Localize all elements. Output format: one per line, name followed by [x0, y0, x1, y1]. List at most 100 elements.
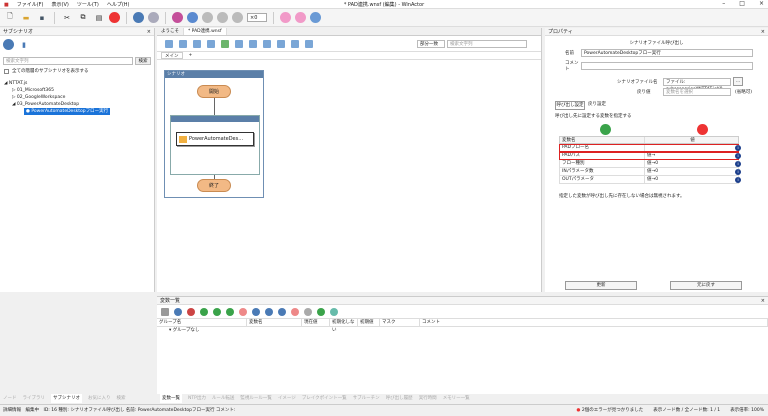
save-icon[interactable]: ▪: [36, 12, 48, 24]
close-variable-icon[interactable]: ×: [761, 297, 765, 305]
subscenario-search-input[interactable]: 検索文字列: [3, 57, 133, 65]
close-icon[interactable]: ×: [759, 0, 764, 7]
remove-variable-icon[interactable]: [697, 124, 708, 135]
tab-image[interactable]: イメージ: [278, 394, 296, 403]
tab-exec-time[interactable]: 実行時間: [419, 394, 437, 403]
cut-icon[interactable]: ✂: [61, 12, 73, 24]
down-icon[interactable]: [278, 307, 286, 316]
tab-node[interactable]: ノード: [3, 394, 17, 403]
zoom-out-icon[interactable]: [179, 39, 187, 48]
tab-memory[interactable]: メモリー一覧: [443, 394, 470, 403]
tab-history[interactable]: 呼び出し履歴: [386, 394, 413, 403]
move-icon[interactable]: [291, 39, 299, 48]
scenario-file-select[interactable]: ファイル: subscenarios¥NTTAT.js¥0: [663, 77, 731, 92]
start-node[interactable]: 開始: [197, 85, 231, 98]
open-folder-icon[interactable]: ▬: [20, 12, 32, 24]
tab-return-settings[interactable]: 戻り設定: [585, 101, 609, 110]
tab-call-settings[interactable]: 呼び出し設定: [555, 101, 585, 110]
new-file-icon[interactable]: 🗋: [4, 12, 16, 24]
table-row[interactable]: PADパス 値→: [559, 152, 739, 160]
name-field[interactable]: PowerAutomateDesktopフロー実行: [581, 49, 753, 57]
add-tab-icon[interactable]: +: [189, 52, 193, 59]
tab-library[interactable]: ライブラリ: [23, 394, 46, 403]
stop-icon[interactable]: [217, 12, 228, 23]
return-select[interactable]: 変数名を選択: [663, 88, 731, 96]
layout-icon[interactable]: [277, 39, 285, 48]
tab-breakpoints[interactable]: ブレイクポイント一覧: [302, 394, 347, 403]
info-icon[interactable]: i: [735, 161, 741, 167]
group-row[interactable]: ▾ グループなし: [157, 327, 768, 335]
close-property-icon[interactable]: ×: [761, 28, 765, 36]
ungroup-icon[interactable]: [235, 39, 243, 48]
refresh-icon[interactable]: [3, 39, 14, 50]
tab-favorites[interactable]: お気に入り: [88, 394, 111, 403]
add-icon[interactable]: [200, 307, 208, 316]
move-up-icon[interactable]: [213, 307, 221, 316]
record-icon[interactable]: [172, 12, 183, 23]
up-icon[interactable]: [265, 307, 273, 316]
minimize-icon[interactable]: –: [722, 0, 725, 7]
action-node[interactable]: PowerAutomateDes…: [176, 132, 254, 146]
settings-icon[interactable]: [187, 307, 195, 316]
delete-icon[interactable]: [239, 307, 247, 316]
collapse-icon[interactable]: [263, 39, 271, 48]
target-icon[interactable]: [310, 12, 321, 23]
search-button[interactable]: 検索: [135, 57, 151, 65]
info-icon[interactable]: i: [735, 153, 741, 159]
tab-monitor[interactable]: 監視ルール一覧: [240, 394, 272, 403]
zoom-in-icon[interactable]: [165, 39, 173, 48]
breakpoint-clear-icon[interactable]: [295, 12, 306, 23]
tab-subroutine[interactable]: サブルーチン: [353, 394, 380, 403]
breakpoint-icon[interactable]: [280, 12, 291, 23]
add-subscenario-icon[interactable]: ▮: [18, 39, 30, 51]
align-icon[interactable]: [207, 39, 215, 48]
tree-item[interactable]: ◢ 03_PowerAutomateDesktop: [0, 101, 154, 108]
pin-icon[interactable]: ×: [147, 28, 151, 36]
tree-item[interactable]: ▷ 02_GoogleWorkspace: [0, 94, 154, 101]
table-row[interactable]: フロー種別 値→0: [559, 160, 739, 168]
maximize-icon[interactable]: □: [739, 0, 745, 7]
tab-search[interactable]: 検索: [117, 394, 126, 403]
add-group-icon[interactable]: [252, 307, 260, 316]
remove-group-icon[interactable]: [291, 307, 299, 316]
paste-icon[interactable]: ▤: [93, 12, 105, 24]
comment-field[interactable]: [581, 62, 753, 70]
redo-icon[interactable]: [148, 12, 159, 23]
update-button[interactable]: 更新: [565, 281, 637, 290]
grid-icon[interactable]: [161, 307, 169, 316]
play-icon[interactable]: [187, 12, 198, 23]
match-select[interactable]: 部分一致: [417, 40, 445, 48]
edit-icon[interactable]: [304, 307, 312, 316]
show-all-checkbox[interactable]: 全ての階層のサブシナリオを表示する: [4, 68, 150, 74]
add-variable-icon[interactable]: [600, 124, 611, 135]
swap-icon[interactable]: [305, 39, 313, 48]
browse-button[interactable]: …: [733, 77, 743, 86]
group-node[interactable]: PowerAutomateDes…: [170, 115, 260, 175]
copy-icon[interactable]: ⧉: [77, 12, 89, 24]
info-icon[interactable]: i: [735, 145, 741, 151]
table-row[interactable]: OUTパラメータ 値→0: [559, 176, 739, 184]
error-indicator[interactable]: ● 2個のエラーが見つかりました: [577, 405, 644, 416]
filter-icon[interactable]: [330, 307, 338, 316]
fit-icon[interactable]: [193, 39, 201, 48]
pause-icon[interactable]: [202, 12, 213, 23]
speed-select[interactable]: ×0: [247, 13, 267, 22]
search-icon[interactable]: [174, 307, 182, 316]
group-icon[interactable]: [221, 39, 229, 48]
info-icon[interactable]: i: [735, 169, 741, 175]
revert-button[interactable]: 元に戻す: [670, 281, 742, 290]
end-node[interactable]: 終了: [197, 179, 231, 192]
tab-rules[interactable]: ルール転送: [212, 394, 235, 403]
move-down-icon[interactable]: [226, 307, 234, 316]
tree-item[interactable]: ▷ 01_Microsoft365: [0, 87, 154, 94]
delete-icon[interactable]: [109, 12, 120, 23]
tab-output[interactable]: NTP出力: [188, 394, 206, 403]
info-icon[interactable]: i: [735, 177, 741, 183]
step-icon[interactable]: [232, 12, 243, 23]
tree-item-selected[interactable]: ● PowerAutomateDesktopフロー実行: [0, 108, 154, 115]
tab-welcome[interactable]: ようこそ: [157, 28, 184, 35]
flow-search-input[interactable]: 検索文字列: [447, 40, 527, 48]
table-row[interactable]: PADフロー名: [559, 144, 739, 152]
tab-main[interactable]: メイン: [161, 52, 183, 59]
tab-variables[interactable]: 変数一覧: [160, 394, 182, 403]
